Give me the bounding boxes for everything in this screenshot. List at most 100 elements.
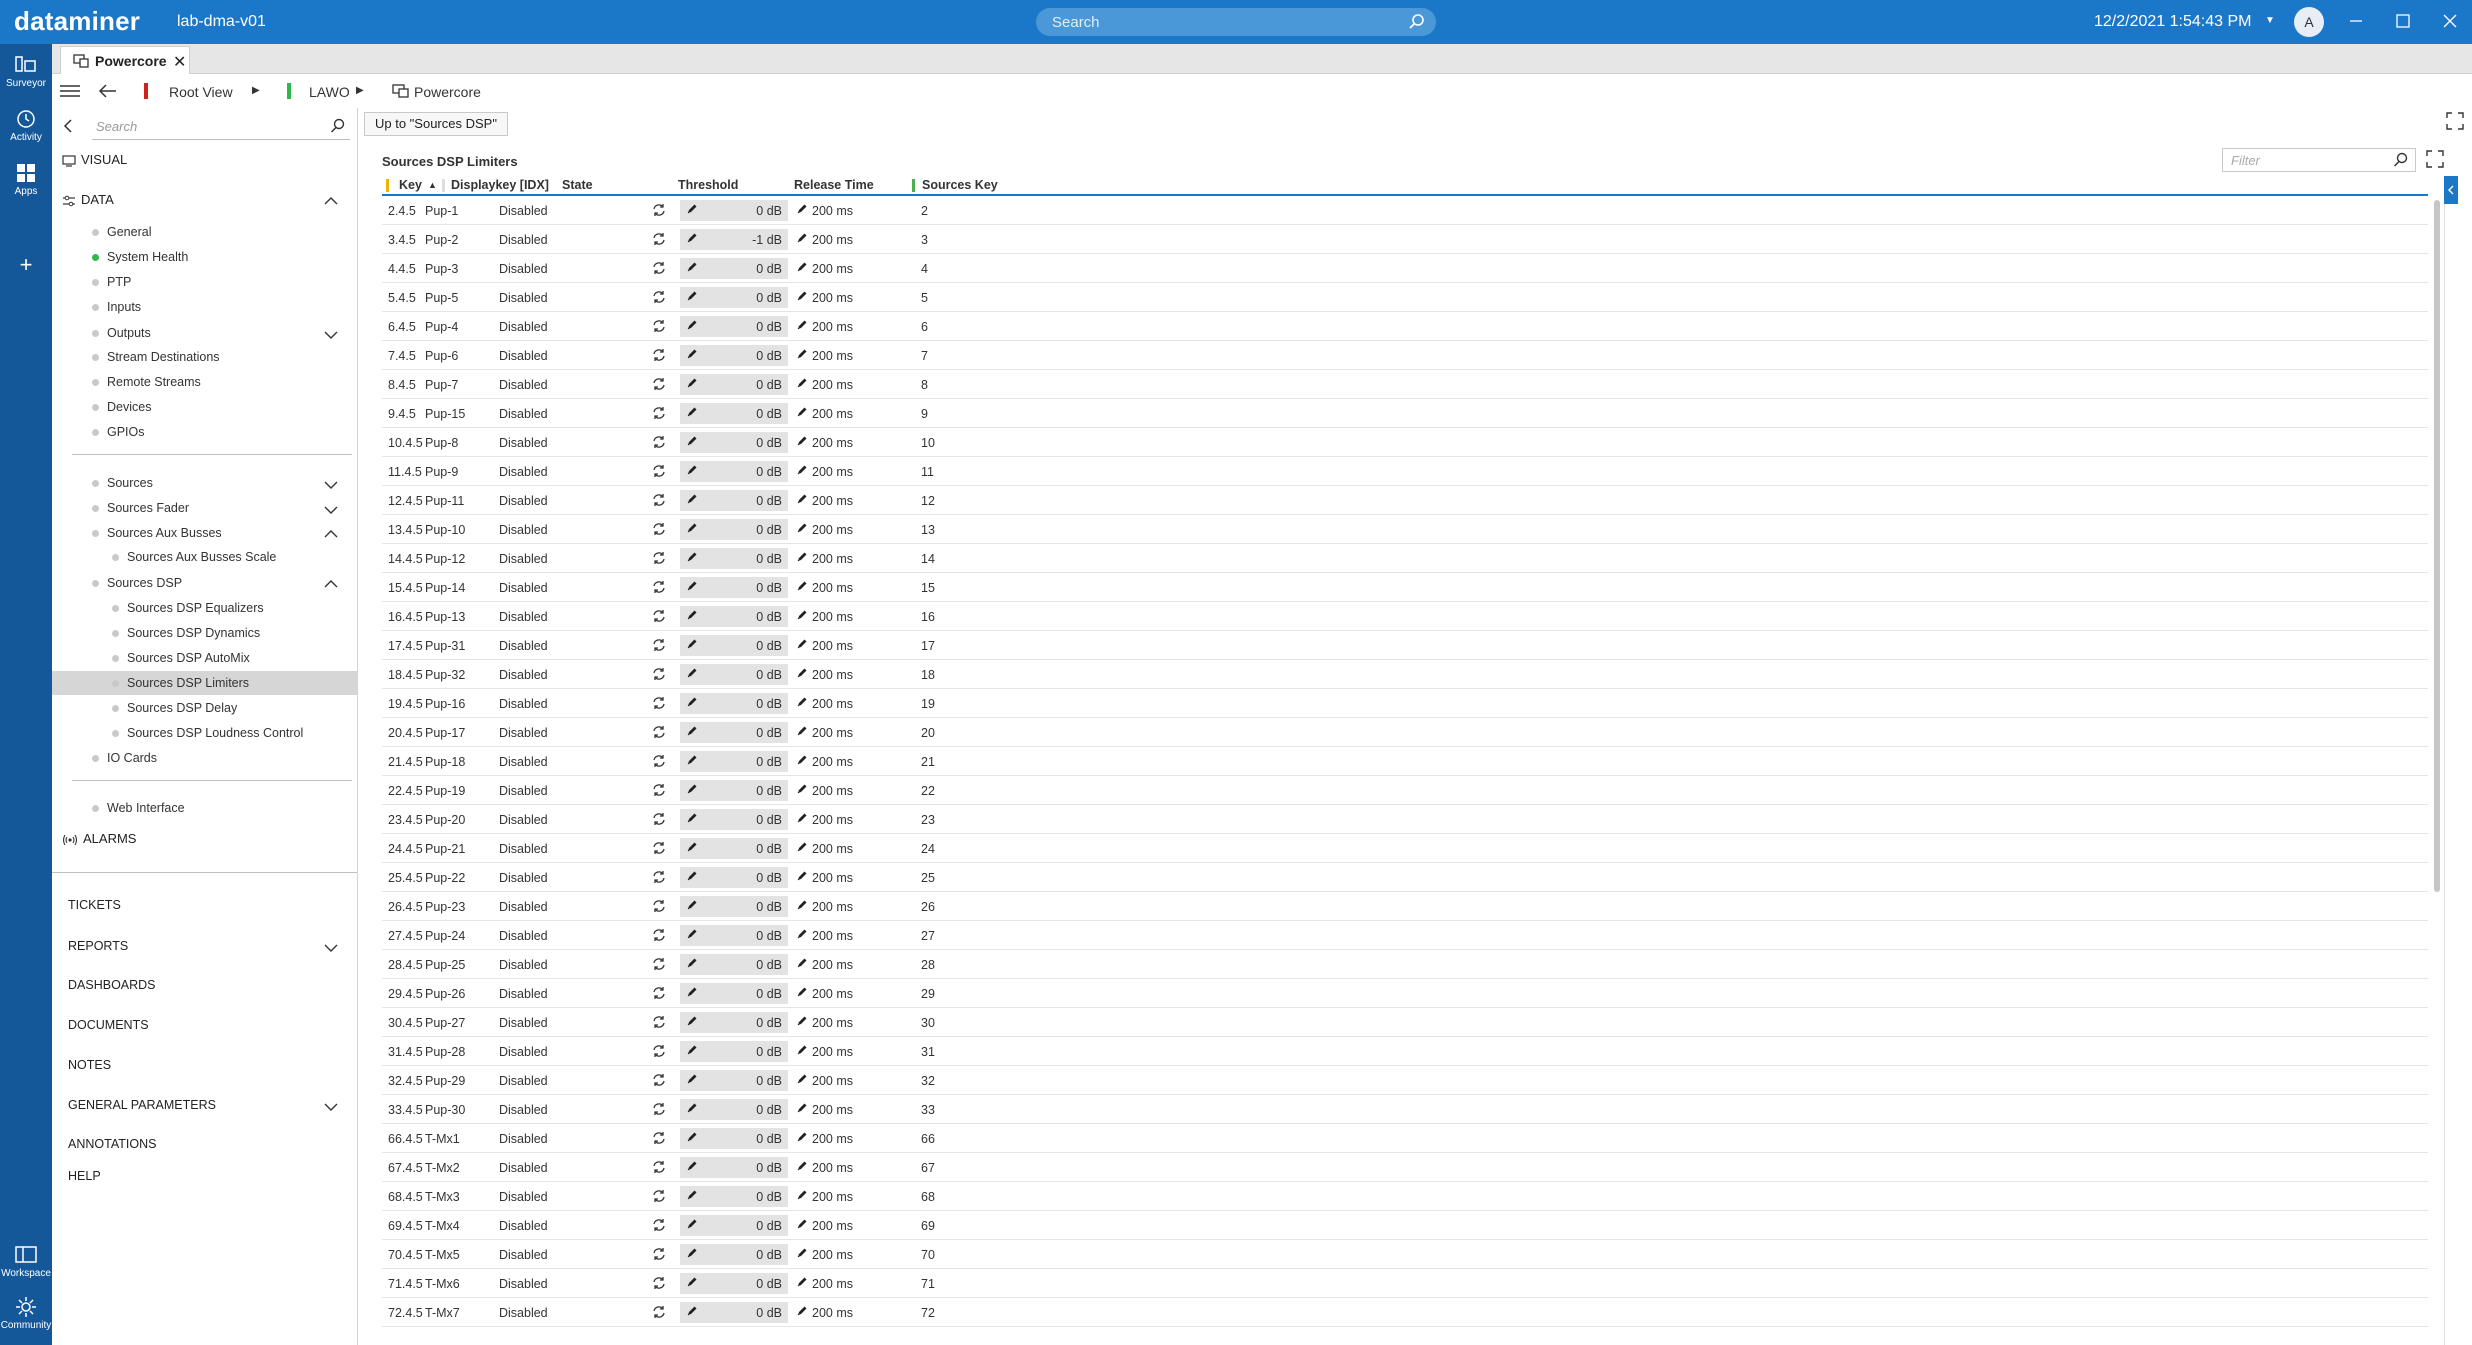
toggle-state-icon[interactable] <box>652 493 666 507</box>
edit-threshold-icon[interactable] <box>686 1015 698 1027</box>
edit-release-time-icon[interactable] <box>796 696 808 708</box>
nav-section-reports[interactable]: REPORTS <box>68 939 128 953</box>
sort-ascending-icon[interactable]: ▲ <box>428 180 437 190</box>
side-panel-toggle[interactable] <box>2444 176 2458 204</box>
toggle-state-icon[interactable] <box>652 986 666 1000</box>
column-header-state[interactable]: State <box>562 178 593 192</box>
cell-release-time[interactable]: 200 ms <box>812 929 853 943</box>
edit-threshold-icon[interactable] <box>686 783 698 795</box>
nav-item-devices[interactable]: Devices <box>92 396 151 418</box>
table-row[interactable]: 29.4.5 Pup-26 Disabled 0 dB 200 ms 29 <box>382 979 2428 1008</box>
cell-release-time[interactable]: 200 ms <box>812 378 853 392</box>
table-row[interactable]: 11.4.5 Pup-9 Disabled 0 dB 200 ms 11 <box>382 457 2428 486</box>
nav-item-sources-dsp-dynamics[interactable]: Sources DSP Dynamics <box>112 622 260 644</box>
edit-release-time-icon[interactable] <box>796 1160 808 1172</box>
nav-section-visual[interactable]: VISUAL <box>62 152 127 167</box>
edit-release-time-icon[interactable] <box>796 232 808 244</box>
nav-section-data[interactable]: DATA <box>62 192 114 207</box>
breadcrumb-separator-icon[interactable]: ▶ <box>356 85 364 96</box>
toggle-state-icon[interactable] <box>652 1160 666 1174</box>
table-row[interactable]: 4.4.5 Pup-3 Disabled 0 dB 200 ms 4 <box>382 254 2428 283</box>
edit-threshold-icon[interactable] <box>686 638 698 650</box>
table-row[interactable]: 66.4.5 T-Mx1 Disabled 0 dB 200 ms 66 <box>382 1124 2428 1153</box>
edit-release-time-icon[interactable] <box>796 609 808 621</box>
table-row[interactable]: 12.4.5 Pup-11 Disabled 0 dB 200 ms 12 <box>382 486 2428 515</box>
column-header-threshold[interactable]: Threshold <box>678 178 738 192</box>
tab-powercore[interactable]: Powercore ✕ <box>60 46 190 74</box>
cell-release-time[interactable]: 200 ms <box>812 697 853 711</box>
cell-release-time[interactable]: 200 ms <box>812 436 853 450</box>
edit-release-time-icon[interactable] <box>796 522 808 534</box>
edit-threshold-icon[interactable] <box>686 290 698 302</box>
nav-item-stream-destinations[interactable]: Stream Destinations <box>92 346 220 368</box>
nav-search-input[interactable]: Search <box>92 114 350 140</box>
maximize-icon[interactable] <box>2392 10 2414 32</box>
table-row[interactable]: 23.4.5 Pup-20 Disabled 0 dB 200 ms 23 <box>382 805 2428 834</box>
close-window-icon[interactable] <box>2439 10 2461 32</box>
table-row[interactable]: 17.4.5 Pup-31 Disabled 0 dB 200 ms 17 <box>382 631 2428 660</box>
toggle-state-icon[interactable] <box>652 1044 666 1058</box>
minimize-icon[interactable] <box>2345 10 2367 32</box>
table-row[interactable]: 19.4.5 Pup-16 Disabled 0 dB 200 ms 19 <box>382 689 2428 718</box>
toggle-state-icon[interactable] <box>652 609 666 623</box>
toggle-state-icon[interactable] <box>652 1189 666 1203</box>
add-app-button[interactable]: + <box>0 252 52 278</box>
cell-release-time[interactable]: 200 ms <box>812 1306 853 1320</box>
column-header-release-time[interactable]: Release Time <box>794 178 874 192</box>
rail-activity[interactable]: Activity <box>0 108 52 143</box>
toggle-state-icon[interactable] <box>652 783 666 797</box>
edit-threshold-icon[interactable] <box>686 986 698 998</box>
toggle-state-icon[interactable] <box>652 638 666 652</box>
nav-item-web-interface[interactable]: Web Interface <box>92 797 185 819</box>
edit-release-time-icon[interactable] <box>796 1305 808 1317</box>
expand-table-icon[interactable] <box>2426 150 2444 168</box>
nav-item-inputs[interactable]: Inputs <box>92 296 141 318</box>
table-row[interactable]: 3.4.5 Pup-2 Disabled -1 dB 200 ms 3 <box>382 225 2428 254</box>
rail-community[interactable]: Community <box>0 1296 52 1331</box>
cell-release-time[interactable]: 200 ms <box>812 204 853 218</box>
edit-threshold-icon[interactable] <box>686 435 698 447</box>
table-row[interactable]: 22.4.5 Pup-19 Disabled 0 dB 200 ms 22 <box>382 776 2428 805</box>
edit-release-time-icon[interactable] <box>796 348 808 360</box>
edit-threshold-icon[interactable] <box>686 1131 698 1143</box>
edit-release-time-icon[interactable] <box>796 957 808 969</box>
nav-section-tickets[interactable]: TICKETS <box>68 898 121 912</box>
toggle-state-icon[interactable] <box>652 957 666 971</box>
nav-item-sources-aux-busses-scale[interactable]: Sources Aux Busses Scale <box>112 546 276 568</box>
toggle-state-icon[interactable] <box>652 1131 666 1145</box>
table-row[interactable]: 2.4.5 Pup-1 Disabled 0 dB 200 ms 2 <box>382 196 2428 225</box>
fullscreen-icon[interactable] <box>2446 112 2464 130</box>
table-row[interactable]: 68.4.5 T-Mx3 Disabled 0 dB 200 ms 68 <box>382 1182 2428 1211</box>
nav-section-alarms[interactable]: ALARMS <box>62 831 136 846</box>
table-row[interactable]: 8.4.5 Pup-7 Disabled 0 dB 200 ms 8 <box>382 370 2428 399</box>
edit-threshold-icon[interactable] <box>686 522 698 534</box>
user-avatar[interactable]: A <box>2294 7 2324 37</box>
nav-section-annotations[interactable]: ANNOTATIONS <box>68 1137 156 1151</box>
up-to-parent-button[interactable]: Up to "Sources DSP" <box>364 112 508 136</box>
cell-release-time[interactable]: 200 ms <box>812 871 853 885</box>
nav-item-sources-dsp-loudness-control[interactable]: Sources DSP Loudness Control <box>112 722 303 744</box>
chevron-down-icon[interactable] <box>324 505 338 515</box>
toggle-state-icon[interactable] <box>652 899 666 913</box>
cell-release-time[interactable]: 200 ms <box>812 262 853 276</box>
search-icon[interactable] <box>330 118 346 134</box>
edit-threshold-icon[interactable] <box>686 261 698 273</box>
edit-threshold-icon[interactable] <box>686 725 698 737</box>
toggle-state-icon[interactable] <box>652 406 666 420</box>
edit-release-time-icon[interactable] <box>796 406 808 418</box>
cell-release-time[interactable]: 200 ms <box>812 1016 853 1030</box>
chevron-down-icon[interactable] <box>324 943 338 953</box>
toggle-state-icon[interactable] <box>652 435 666 449</box>
table-filter-input[interactable]: Filter <box>2222 148 2416 172</box>
toggle-state-icon[interactable] <box>652 928 666 942</box>
breadcrumb-root-view[interactable]: Root View <box>169 84 233 100</box>
cell-release-time[interactable]: 200 ms <box>812 465 853 479</box>
toggle-state-icon[interactable] <box>652 348 666 362</box>
rail-workspace[interactable]: Workspace <box>0 1244 52 1279</box>
toggle-state-icon[interactable] <box>652 667 666 681</box>
edit-threshold-icon[interactable] <box>686 696 698 708</box>
breadcrumb-powercore[interactable]: Powercore <box>414 84 481 100</box>
edit-threshold-icon[interactable] <box>686 464 698 476</box>
table-row[interactable]: 25.4.5 Pup-22 Disabled 0 dB 200 ms 25 <box>382 863 2428 892</box>
cell-release-time[interactable]: 200 ms <box>812 1219 853 1233</box>
